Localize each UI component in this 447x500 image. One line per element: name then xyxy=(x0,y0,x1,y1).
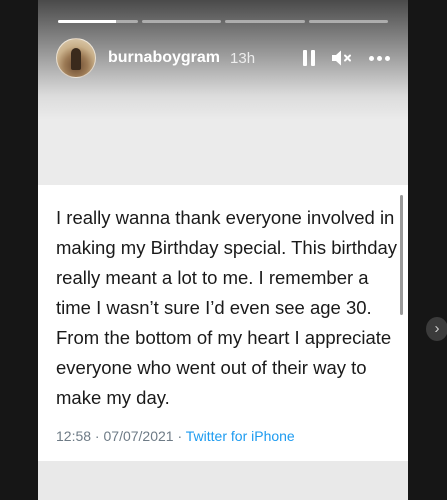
progress-segment-2 xyxy=(141,20,221,23)
story-controls xyxy=(303,49,390,67)
scrollbar[interactable] xyxy=(400,195,403,315)
tweet-meta: 12:58 · 07/07/2021 · Twitter for iPhone xyxy=(56,428,295,444)
avatar[interactable] xyxy=(56,38,96,78)
meta-separator: · xyxy=(91,428,104,444)
story-progress xyxy=(58,20,388,23)
progress-segment-1 xyxy=(58,20,138,23)
tweet-source-link[interactable]: Twitter for iPhone xyxy=(186,428,295,444)
story-viewer[interactable]: burnaboygram 13h I really wanna thank ev… xyxy=(38,0,408,500)
username[interactable]: burnaboygram xyxy=(108,49,220,67)
more-options-icon[interactable] xyxy=(369,55,390,61)
tweet-date: 07/07/2021 xyxy=(103,428,174,444)
progress-segment-4 xyxy=(308,20,388,23)
progress-segment-3 xyxy=(225,20,305,23)
tweet-card: I really wanna thank everyone involved i… xyxy=(38,185,408,461)
meta-separator-2: · xyxy=(173,428,186,444)
post-time: 13h xyxy=(230,49,256,67)
muted-speaker-icon[interactable] xyxy=(331,49,353,67)
tweet-time: 12:58 xyxy=(56,428,92,444)
next-story-button[interactable]: › xyxy=(426,317,447,341)
progress-fill-1 xyxy=(58,20,117,23)
bottom-band xyxy=(38,461,408,500)
pause-icon[interactable] xyxy=(303,50,315,66)
tweet-text: I really wanna thank everyone involved i… xyxy=(56,207,398,408)
story-header: burnaboygram 13h xyxy=(56,38,390,78)
chevron-right-icon: › xyxy=(434,320,440,337)
